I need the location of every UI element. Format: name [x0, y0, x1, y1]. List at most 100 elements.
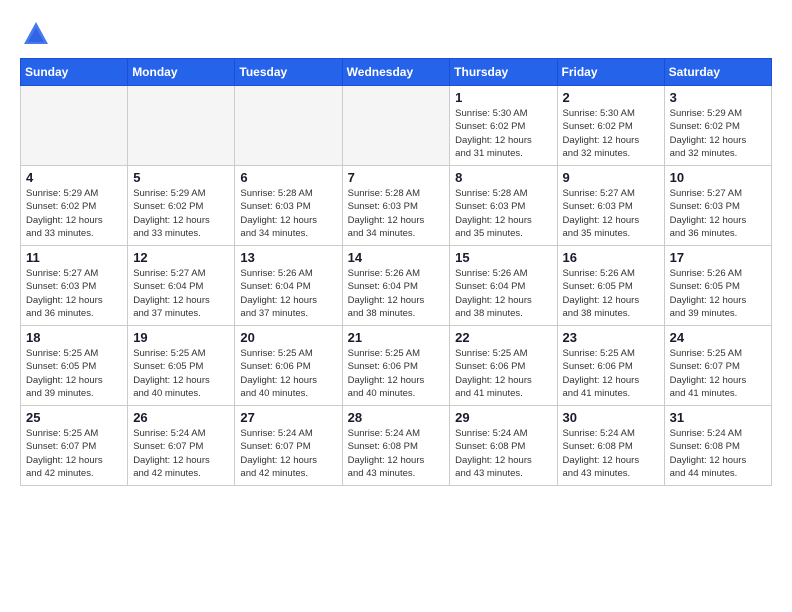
day-number: 13 [240, 250, 336, 265]
day-info: Sunrise: 5:28 AM Sunset: 6:03 PM Dayligh… [455, 187, 551, 240]
day-info: Sunrise: 5:24 AM Sunset: 6:08 PM Dayligh… [670, 427, 766, 480]
weekday-header-tuesday: Tuesday [235, 59, 342, 86]
weekday-header-thursday: Thursday [450, 59, 557, 86]
day-cell-21: 21Sunrise: 5:25 AM Sunset: 6:06 PM Dayli… [342, 326, 450, 406]
day-cell-6: 6 Sunrise: 5:28 AM Sunset: 6:03 PM Daylig… [235, 166, 342, 246]
day-info: Sunrise: 5:26 AM Sunset: 6:04 PM Dayligh… [240, 267, 336, 320]
calendar-table: SundayMondayTuesdayWednesdayThursdayFrid… [20, 58, 772, 486]
day-cell-23: 23Sunrise: 5:25 AM Sunset: 6:06 PM Dayli… [557, 326, 664, 406]
empty-cell [128, 86, 235, 166]
day-info: Sunrise: 5:24 AM Sunset: 6:07 PM Dayligh… [240, 427, 336, 480]
day-info: Sunrise: 5:25 AM Sunset: 6:05 PM Dayligh… [26, 347, 122, 400]
weekday-header-friday: Friday [557, 59, 664, 86]
day-cell-7: 7Sunrise: 5:28 AM Sunset: 6:03 PM Daylig… [342, 166, 450, 246]
day-cell-4: 4 Sunrise: 5:29 AM Sunset: 6:02 PM Daylig… [21, 166, 128, 246]
page-header [20, 20, 772, 48]
day-info: Sunrise: 5:27 AM Sunset: 6:03 PM Dayligh… [563, 187, 659, 240]
day-info: Sunrise: 5:25 AM Sunset: 6:05 PM Dayligh… [133, 347, 229, 400]
weekday-header-sunday: Sunday [21, 59, 128, 86]
day-number: 31 [670, 410, 766, 425]
day-info: Sunrise: 5:29 AM Sunset: 6:02 PM Dayligh… [133, 187, 229, 240]
day-cell-15: 15 Sunrise: 5:26 AM Sunset: 6:04 PM Dayli… [450, 246, 557, 326]
day-number: 20 [240, 330, 336, 345]
day-info: Sunrise: 5:24 AM Sunset: 6:07 PM Dayligh… [133, 427, 229, 480]
day-number: 28 [348, 410, 445, 425]
empty-cell [235, 86, 342, 166]
day-cell-20: 20Sunrise: 5:25 AM Sunset: 6:06 PM Dayli… [235, 326, 342, 406]
day-number: 26 [133, 410, 229, 425]
week-row-2: 4 Sunrise: 5:29 AM Sunset: 6:02 PM Daylig… [21, 166, 772, 246]
day-number: 16 [563, 250, 659, 265]
day-cell-26: 26 Sunrise: 5:24 AM Sunset: 6:07 PM Dayli… [128, 406, 235, 486]
day-number: 4 [26, 170, 122, 185]
day-info: Sunrise: 5:28 AM Sunset: 6:03 PM Dayligh… [240, 187, 336, 240]
day-cell-27: 27 Sunrise: 5:24 AM Sunset: 6:07 PM Dayli… [235, 406, 342, 486]
day-cell-28: 28 Sunrise: 5:24 AM Sunset: 6:08 PM Dayli… [342, 406, 450, 486]
day-number: 9 [563, 170, 659, 185]
day-info: Sunrise: 5:28 AM Sunset: 6:03 PM Dayligh… [348, 187, 445, 240]
day-info: Sunrise: 5:25 AM Sunset: 6:07 PM Dayligh… [670, 347, 766, 400]
day-cell-8: 8 Sunrise: 5:28 AM Sunset: 6:03 PM Daylig… [450, 166, 557, 246]
day-number: 22 [455, 330, 551, 345]
day-number: 14 [348, 250, 445, 265]
day-info: Sunrise: 5:24 AM Sunset: 6:08 PM Dayligh… [455, 427, 551, 480]
empty-cell [21, 86, 128, 166]
day-info: Sunrise: 5:30 AM Sunset: 6:02 PM Dayligh… [455, 107, 551, 160]
day-number: 19 [133, 330, 229, 345]
day-info: Sunrise: 5:29 AM Sunset: 6:02 PM Dayligh… [670, 107, 766, 160]
day-cell-1: 1 Sunrise: 5:30 AM Sunset: 6:02 PM Daylig… [450, 86, 557, 166]
week-row-3: 11 Sunrise: 5:27 AM Sunset: 6:03 PM Dayli… [21, 246, 772, 326]
day-cell-19: 19 Sunrise: 5:25 AM Sunset: 6:05 PM Dayli… [128, 326, 235, 406]
day-info: Sunrise: 5:25 AM Sunset: 6:06 PM Dayligh… [348, 347, 445, 400]
weekday-header-saturday: Saturday [664, 59, 771, 86]
day-number: 3 [670, 90, 766, 105]
day-info: Sunrise: 5:25 AM Sunset: 6:07 PM Dayligh… [26, 427, 122, 480]
day-number: 15 [455, 250, 551, 265]
empty-cell [342, 86, 450, 166]
day-cell-14: 14 Sunrise: 5:26 AM Sunset: 6:04 PM Dayli… [342, 246, 450, 326]
day-info: Sunrise: 5:29 AM Sunset: 6:02 PM Dayligh… [26, 187, 122, 240]
day-cell-24: 24 Sunrise: 5:25 AM Sunset: 6:07 PM Dayli… [664, 326, 771, 406]
day-number: 29 [455, 410, 551, 425]
day-cell-9: 9 Sunrise: 5:27 AM Sunset: 6:03 PM Daylig… [557, 166, 664, 246]
weekday-header-wednesday: Wednesday [342, 59, 450, 86]
day-cell-25: 25Sunrise: 5:25 AM Sunset: 6:07 PM Dayli… [21, 406, 128, 486]
logo-icon [22, 20, 50, 48]
day-info: Sunrise: 5:26 AM Sunset: 6:05 PM Dayligh… [563, 267, 659, 320]
day-number: 24 [670, 330, 766, 345]
day-number: 6 [240, 170, 336, 185]
day-number: 5 [133, 170, 229, 185]
day-cell-29: 29 Sunrise: 5:24 AM Sunset: 6:08 PM Dayli… [450, 406, 557, 486]
day-cell-5: 5 Sunrise: 5:29 AM Sunset: 6:02 PM Daylig… [128, 166, 235, 246]
day-number: 2 [563, 90, 659, 105]
day-number: 18 [26, 330, 122, 345]
week-row-4: 18 Sunrise: 5:25 AM Sunset: 6:05 PM Dayli… [21, 326, 772, 406]
day-number: 10 [670, 170, 766, 185]
day-info: Sunrise: 5:25 AM Sunset: 6:06 PM Dayligh… [455, 347, 551, 400]
day-number: 23 [563, 330, 659, 345]
day-info: Sunrise: 5:26 AM Sunset: 6:05 PM Dayligh… [670, 267, 766, 320]
day-number: 17 [670, 250, 766, 265]
day-info: Sunrise: 5:30 AM Sunset: 6:02 PM Dayligh… [563, 107, 659, 160]
day-cell-30: 30Sunrise: 5:24 AM Sunset: 6:08 PM Dayli… [557, 406, 664, 486]
day-number: 8 [455, 170, 551, 185]
week-row-5: 25Sunrise: 5:25 AM Sunset: 6:07 PM Dayli… [21, 406, 772, 486]
day-number: 1 [455, 90, 551, 105]
day-cell-17: 17 Sunrise: 5:26 AM Sunset: 6:05 PM Dayli… [664, 246, 771, 326]
day-info: Sunrise: 5:26 AM Sunset: 6:04 PM Dayligh… [455, 267, 551, 320]
logo [20, 20, 50, 48]
day-cell-12: 12 Sunrise: 5:27 AM Sunset: 6:04 PM Dayli… [128, 246, 235, 326]
day-cell-22: 22 Sunrise: 5:25 AM Sunset: 6:06 PM Dayli… [450, 326, 557, 406]
day-info: Sunrise: 5:27 AM Sunset: 6:03 PM Dayligh… [26, 267, 122, 320]
weekday-header-monday: Monday [128, 59, 235, 86]
day-cell-10: 10Sunrise: 5:27 AM Sunset: 6:03 PM Dayli… [664, 166, 771, 246]
day-number: 11 [26, 250, 122, 265]
day-cell-3: 3 Sunrise: 5:29 AM Sunset: 6:02 PM Daylig… [664, 86, 771, 166]
day-info: Sunrise: 5:27 AM Sunset: 6:04 PM Dayligh… [133, 267, 229, 320]
day-number: 27 [240, 410, 336, 425]
day-info: Sunrise: 5:26 AM Sunset: 6:04 PM Dayligh… [348, 267, 445, 320]
day-info: Sunrise: 5:24 AM Sunset: 6:08 PM Dayligh… [348, 427, 445, 480]
day-number: 12 [133, 250, 229, 265]
weekday-header-row: SundayMondayTuesdayWednesdayThursdayFrid… [21, 59, 772, 86]
day-cell-31: 31 Sunrise: 5:24 AM Sunset: 6:08 PM Dayli… [664, 406, 771, 486]
